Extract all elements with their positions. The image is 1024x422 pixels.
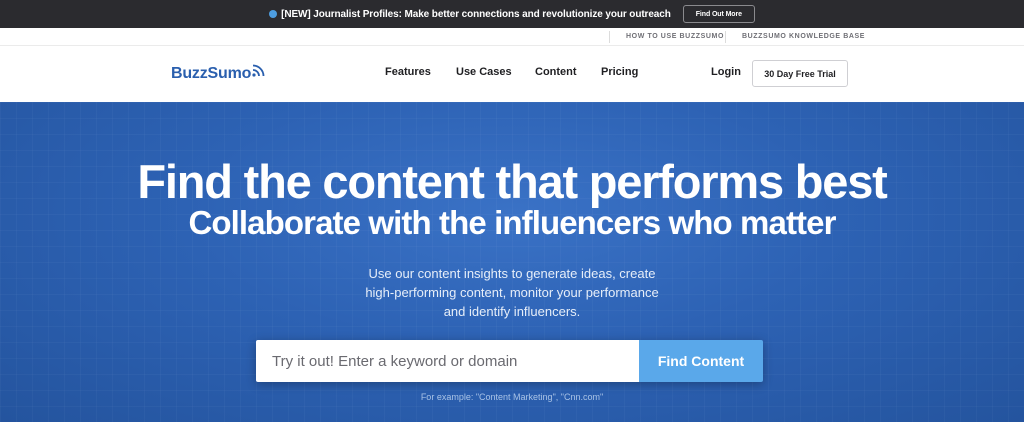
signal-waves-icon [252, 64, 265, 77]
search-input[interactable] [256, 340, 639, 382]
login-link[interactable]: Login [711, 66, 741, 78]
nav-use-cases[interactable]: Use Cases [456, 66, 512, 78]
find-content-button[interactable]: Find Content [639, 340, 763, 382]
free-trial-button[interactable]: 30 Day Free Trial [752, 60, 848, 87]
hero-heading: Find the content that performs best [137, 155, 887, 208]
nav-pricing[interactable]: Pricing [601, 66, 638, 78]
main-nav: BuzzSumo Features Use Cases Content Pric… [0, 46, 1024, 102]
utility-divider [609, 31, 610, 43]
find-out-more-button[interactable]: Find Out More [682, 5, 755, 23]
logo-wordmark: BuzzSumo [171, 65, 252, 82]
announcement-message: [NEW] Journalist Profiles: Make better c… [281, 8, 671, 20]
search-form: Find Content [256, 340, 763, 382]
utility-divider [725, 31, 726, 43]
announcement-bar: [NEW] Journalist Profiles: Make better c… [0, 0, 1024, 28]
knowledge-base-link[interactable]: BUZZSUMO KNOWLEDGE BASE [742, 28, 865, 46]
hero-section: Find the content that performs best Coll… [0, 102, 1024, 422]
nav-features[interactable]: Features [385, 66, 431, 78]
hero-subheading: Collaborate with the influencers who mat… [188, 204, 836, 241]
utility-nav: HOW TO USE BUZZSUMO BUZZSUMO KNOWLEDGE B… [0, 28, 1024, 46]
buzzsumo-logo[interactable]: BuzzSumo [171, 62, 266, 86]
how-to-use-link[interactable]: HOW TO USE BUZZSUMO [626, 28, 724, 46]
search-example-text: For example: "Content Marketing", "Cnn.c… [420, 392, 604, 402]
hero-description: Use our content insights to generate ide… [365, 266, 659, 319]
info-dot-icon [269, 10, 278, 18]
nav-content[interactable]: Content [535, 66, 577, 78]
